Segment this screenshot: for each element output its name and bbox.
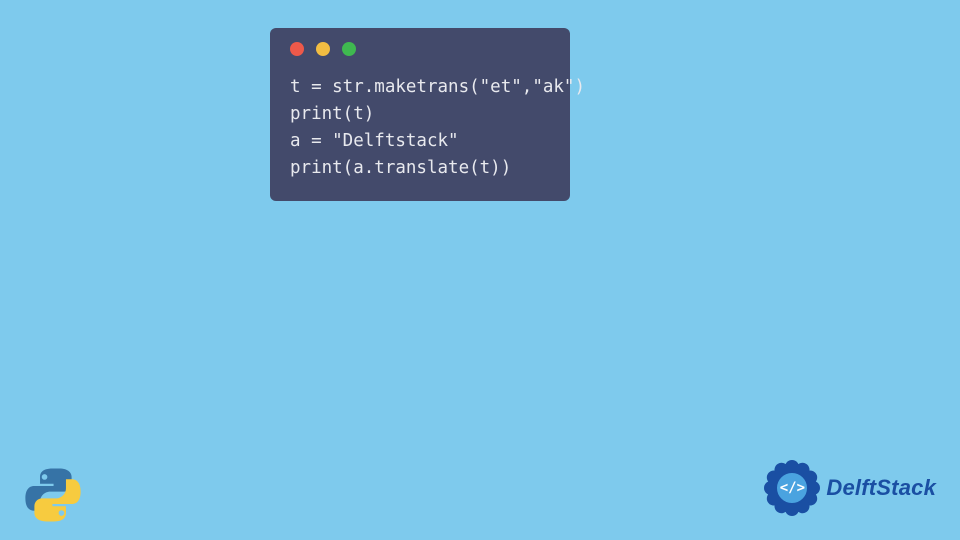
- maximize-icon[interactable]: [342, 42, 356, 56]
- code-line: t = str.maketrans("et","ak"): [290, 74, 550, 101]
- minimize-icon[interactable]: [316, 42, 330, 56]
- window-controls: [270, 28, 570, 62]
- delftstack-logo: </> DelftStack: [764, 460, 936, 516]
- delftstack-badge-icon: </>: [764, 460, 820, 516]
- code-line: print(a.translate(t)): [290, 155, 550, 182]
- code-line: print(t): [290, 101, 550, 128]
- python-logo-icon: [22, 464, 84, 526]
- close-icon[interactable]: [290, 42, 304, 56]
- code-line: a = "Delftstack": [290, 128, 550, 155]
- code-window: t = str.maketrans("et","ak") print(t) a …: [270, 28, 570, 201]
- delftstack-wordmark: DelftStack: [826, 475, 936, 501]
- code-block: t = str.maketrans("et","ak") print(t) a …: [270, 62, 570, 183]
